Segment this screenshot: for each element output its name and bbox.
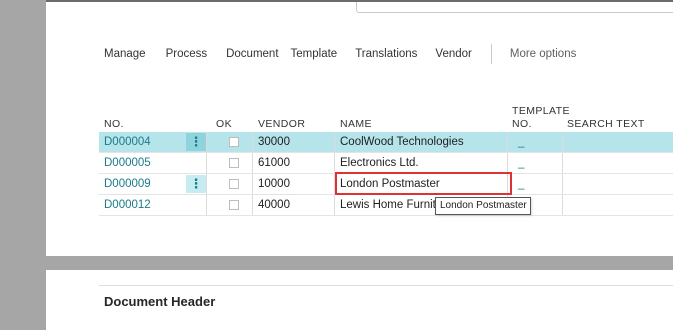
action-vendor[interactable]: Vendor bbox=[435, 48, 471, 60]
column-header-template-line1[interactable]: TEMPLATE bbox=[512, 105, 570, 117]
row-vendor[interactable]: 40000 bbox=[258, 195, 290, 215]
row-name[interactable]: CoolWood Technologies bbox=[340, 132, 464, 152]
row-no[interactable]: D000012 bbox=[104, 195, 151, 215]
row-no[interactable]: D000005 bbox=[104, 153, 151, 173]
focused-name-cell-outline bbox=[335, 172, 512, 195]
table-row[interactable]: D000005 61000 Electronics Ltd. _ bbox=[99, 153, 673, 173]
cell-divider bbox=[334, 153, 335, 173]
cell-divider bbox=[252, 174, 253, 194]
row-vendor[interactable]: 30000 bbox=[258, 132, 290, 152]
row-divider bbox=[99, 215, 673, 216]
row-no[interactable]: D000004 bbox=[104, 132, 151, 152]
cell-divider bbox=[562, 132, 563, 152]
cell-divider bbox=[334, 195, 335, 215]
row-vendor[interactable]: 61000 bbox=[258, 153, 290, 173]
cell-divider bbox=[252, 132, 253, 152]
cell-divider bbox=[507, 132, 508, 152]
column-header-ok[interactable]: OK bbox=[216, 118, 232, 130]
row-menu-dots-icon[interactable]: ⋮ bbox=[186, 133, 206, 151]
action-separator bbox=[490, 44, 492, 64]
action-bar: Manage Process Document Template Transla… bbox=[104, 44, 576, 64]
cell-divider bbox=[562, 195, 563, 215]
row-no[interactable]: D000009 bbox=[104, 174, 151, 194]
row-search-text[interactable]: _ bbox=[518, 153, 524, 173]
action-document[interactable]: Document bbox=[226, 48, 278, 60]
action-translations[interactable]: Translations bbox=[355, 48, 417, 60]
row-ok-checkbox[interactable] bbox=[229, 179, 239, 189]
row-search-text[interactable]: _ bbox=[518, 174, 524, 194]
table-row[interactable]: D000012 40000 Lewis Home Furniture _ bbox=[99, 195, 673, 215]
action-template[interactable]: Template bbox=[291, 48, 338, 60]
section-divider bbox=[99, 285, 673, 286]
row-ok-checkbox[interactable] bbox=[229, 158, 239, 168]
more-options-button[interactable]: More options bbox=[510, 48, 576, 60]
cell-divider bbox=[206, 132, 207, 152]
row-name[interactable]: Electronics Ltd. bbox=[340, 153, 419, 173]
left-gray-margin bbox=[0, 0, 46, 330]
row-ok-checkbox[interactable] bbox=[229, 137, 239, 147]
row-search-text[interactable]: _ bbox=[518, 132, 524, 152]
search-box-edge[interactable] bbox=[356, 2, 673, 13]
action-manage[interactable]: Manage bbox=[104, 48, 146, 60]
cell-divider bbox=[206, 174, 207, 194]
column-header-no[interactable]: NO. bbox=[104, 118, 124, 130]
cell-divider bbox=[252, 153, 253, 173]
cell-divider bbox=[206, 195, 207, 215]
name-tooltip: London Postmaster bbox=[435, 197, 531, 215]
column-header-search-text[interactable]: SEARCH TEXT bbox=[567, 118, 645, 130]
action-process[interactable]: Process bbox=[166, 48, 208, 60]
table-row[interactable]: D000004 ⋮ 30000 CoolWood Technologies _ bbox=[99, 132, 673, 152]
cell-divider bbox=[562, 174, 563, 194]
row-vendor[interactable]: 10000 bbox=[258, 174, 290, 194]
column-header-template-line2[interactable]: NO. bbox=[512, 118, 532, 130]
cell-divider bbox=[206, 153, 207, 173]
cell-divider bbox=[562, 153, 563, 173]
cell-divider bbox=[334, 132, 335, 152]
column-header-vendor[interactable]: VENDOR bbox=[258, 118, 305, 130]
column-header-name[interactable]: NAME bbox=[340, 118, 372, 130]
section-gap bbox=[46, 256, 673, 270]
cell-divider bbox=[252, 195, 253, 215]
section-title-document-header[interactable]: Document Header bbox=[104, 294, 215, 309]
row-menu-dots-icon[interactable]: ⋮ bbox=[186, 175, 206, 193]
cell-divider bbox=[507, 153, 508, 173]
row-ok-checkbox[interactable] bbox=[229, 200, 239, 210]
